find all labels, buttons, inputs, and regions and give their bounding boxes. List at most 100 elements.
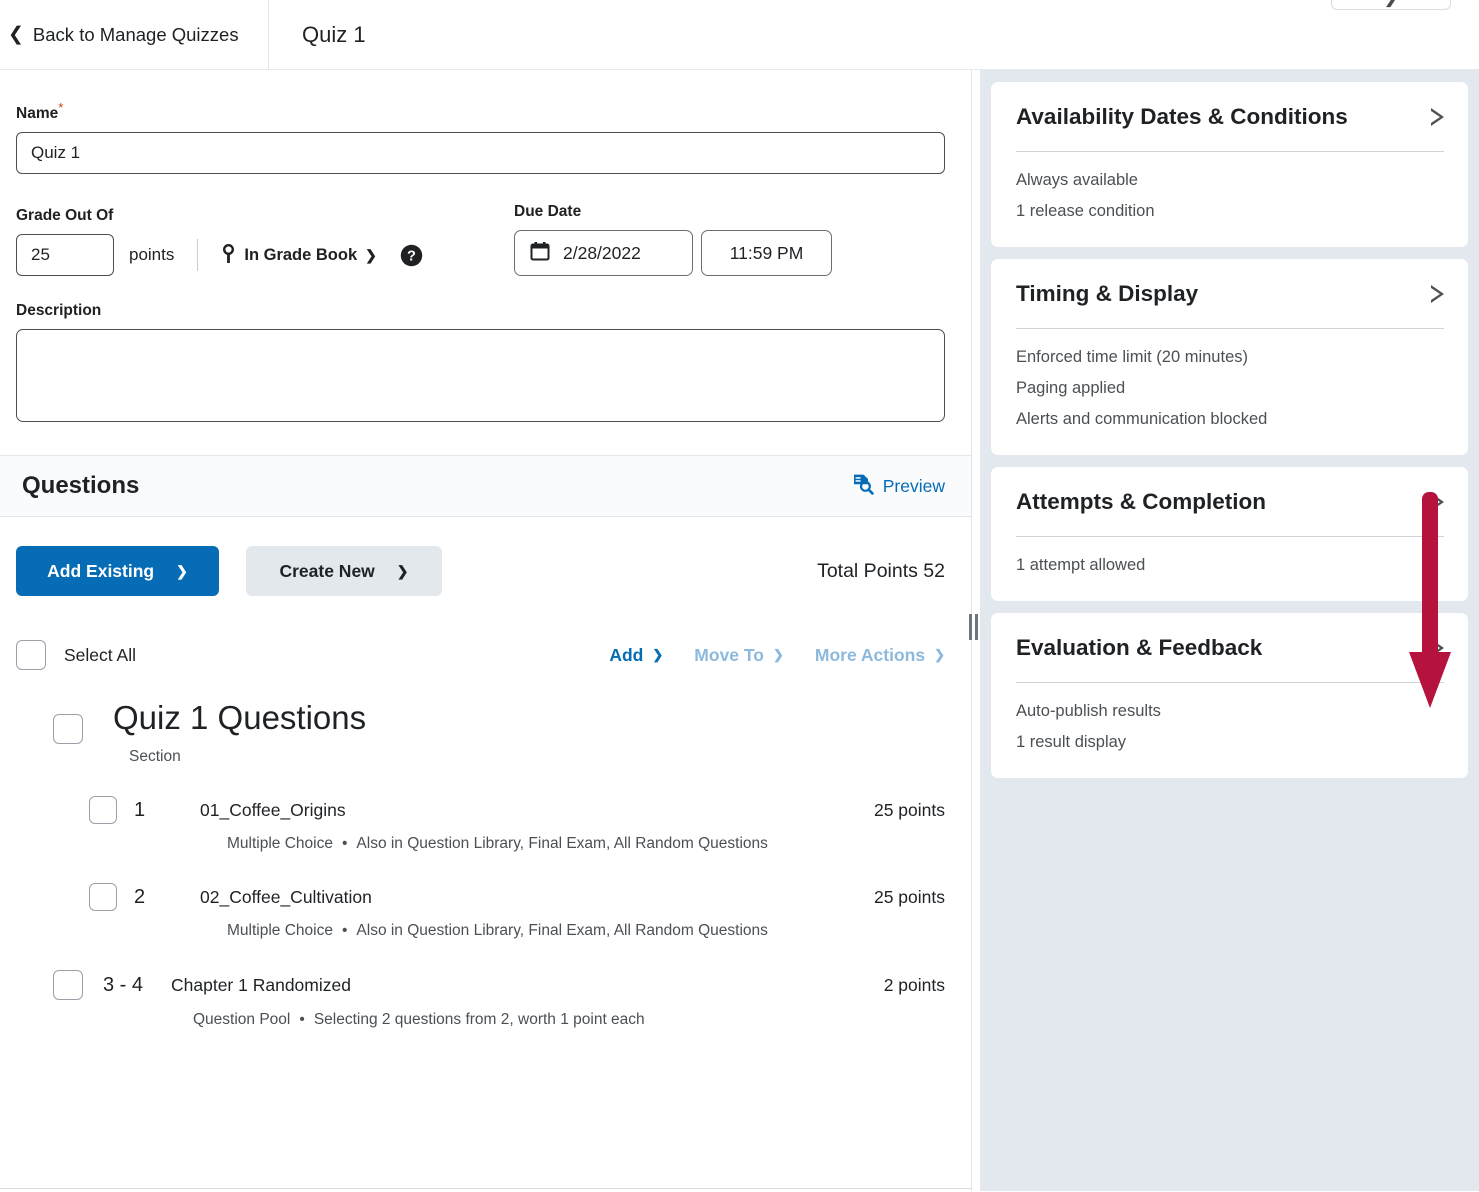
name-label-text: Name xyxy=(16,105,59,123)
question-points: 25 points xyxy=(873,886,945,907)
add-existing-label: Add Existing xyxy=(47,560,155,581)
grade-and-due-row: Grade Out Of points In xyxy=(16,203,955,277)
question-row[interactable]: 2 02_Coffee_Cultivation 25 points Multip… xyxy=(16,883,945,940)
question-number: 3 - 4 xyxy=(103,973,144,996)
preview-button[interactable]: Preview xyxy=(852,473,945,500)
chevron-down-icon: ❯ xyxy=(396,562,409,579)
question-detail: Also in Question Library, Final Exam, Al… xyxy=(356,922,768,940)
settings-panel: Availability Dates & Conditions Always a… xyxy=(980,70,1479,1191)
due-time-picker[interactable]: 11:59 PM xyxy=(701,230,832,277)
name-field-label: Name* xyxy=(16,100,955,123)
due-date-group: Due Date 2/28/2022 11:59 PM xyxy=(514,203,832,277)
question-checkbox[interactable] xyxy=(89,883,117,912)
question-number: 2 xyxy=(134,885,146,908)
section-subtitle: Section xyxy=(129,748,181,766)
description-input[interactable] xyxy=(16,329,945,423)
points-unit-label: points xyxy=(129,245,175,265)
evaluation-feedback-card[interactable]: Evaluation & Feedback Auto-publish resul… xyxy=(991,613,1468,778)
bullet-separator: • xyxy=(341,835,348,853)
card-summary-line: 1 attempt allowed xyxy=(1016,556,1146,574)
chevron-down-icon: ❯ xyxy=(652,647,664,663)
due-time-value: 11:59 PM xyxy=(729,242,804,263)
add-existing-button[interactable]: Add Existing ❯ xyxy=(16,546,219,597)
card-title: Evaluation & Feedback xyxy=(1016,635,1263,660)
card-title: Availability Dates & Conditions xyxy=(1016,104,1348,129)
card-summary-line: 1 result display xyxy=(1016,733,1127,751)
triangle-right-icon[interactable] xyxy=(1431,285,1444,303)
questions-toolbar: Add Existing ❯ Create New ❯ Total Points… xyxy=(0,517,971,597)
quiz-name-input[interactable] xyxy=(16,132,945,175)
bullet-separator: • xyxy=(341,922,348,940)
question-type: Multiple Choice xyxy=(227,835,333,853)
card-divider xyxy=(1016,536,1444,537)
attempts-completion-card[interactable]: Attempts & Completion 1 attempt allowed xyxy=(991,467,1468,601)
grade-out-of-label: Grade Out Of xyxy=(16,207,114,225)
document-search-icon xyxy=(852,473,874,500)
question-checkbox[interactable] xyxy=(53,970,83,1001)
chevron-down-icon: ❯ xyxy=(772,647,784,663)
chevron-down-icon: ❯ xyxy=(1384,0,1397,7)
quiz-properties-form: Name* Grade Out Of points xyxy=(0,70,971,427)
chevron-left-icon: ❮ xyxy=(8,23,24,45)
select-all-checkbox[interactable] xyxy=(16,640,46,671)
calendar-icon xyxy=(530,241,550,266)
card-summary-line: 1 release condition xyxy=(1016,202,1155,220)
questions-heading: Questions xyxy=(22,472,140,500)
question-pool-row[interactable]: 3 - 4 Chapter 1 Randomized 2 points Ques… xyxy=(16,970,945,1029)
due-date-label: Due Date xyxy=(514,203,582,221)
quiz-editor-main: Name* Grade Out Of points xyxy=(0,70,972,1191)
create-new-button[interactable]: Create New ❯ xyxy=(246,546,442,597)
question-meta: Question Pool • Selecting 2 questions from… xyxy=(193,1011,945,1029)
triangle-right-icon[interactable] xyxy=(1431,108,1444,126)
card-summary-line: Alerts and communication blocked xyxy=(1016,410,1268,428)
triangle-right-icon[interactable] xyxy=(1431,639,1444,657)
in-grade-book-label: In Grade Book xyxy=(244,245,358,264)
list-tools: Add ❯ Move To ❯ More Actions ❯ xyxy=(609,645,945,666)
card-summary-line: Auto-publish results xyxy=(1016,702,1161,720)
more-actions-dropdown[interactable]: More Actions ❯ xyxy=(815,645,945,666)
question-meta: Multiple Choice • Also in Question Library… xyxy=(227,922,945,940)
grade-out-of-input[interactable] xyxy=(16,234,114,277)
select-all-label: Select All xyxy=(64,644,136,665)
grade-out-of-group: Grade Out Of points In xyxy=(16,207,499,277)
description-label: Description xyxy=(16,302,102,320)
top-bar: ❮ Back to Manage Quizzes Quiz 1 ❯ xyxy=(0,0,1479,70)
question-checkbox[interactable] xyxy=(89,796,117,825)
svg-text:?: ? xyxy=(407,248,416,264)
required-marker: * xyxy=(58,100,64,115)
questions-section-header: Questions Preview xyxy=(0,455,971,518)
card-summary-line: Enforced time limit (20 minutes) xyxy=(1016,348,1248,366)
timing-display-card[interactable]: Timing & Display Enforced time limit (20… xyxy=(991,259,1468,455)
availability-dates-conditions-card[interactable]: Availability Dates & Conditions Always a… xyxy=(991,82,1468,247)
question-detail: Also in Question Library, Final Exam, Al… xyxy=(356,835,768,853)
top-right-dropdown-button[interactable]: ❯ xyxy=(1331,0,1451,10)
question-type: Question Pool xyxy=(193,1011,291,1029)
create-new-label: Create New xyxy=(279,560,375,581)
question-name: Chapter 1 Randomized xyxy=(171,974,351,995)
move-to-dropdown[interactable]: Move To ❯ xyxy=(694,645,784,666)
section-checkbox[interactable] xyxy=(53,714,83,745)
card-divider xyxy=(1016,328,1444,329)
chevron-down-icon: ❯ xyxy=(176,562,188,579)
question-type: Multiple Choice xyxy=(227,922,333,940)
in-grade-book-dropdown[interactable]: In Grade Book ❯ xyxy=(221,243,377,267)
due-date-value: 2/28/2022 xyxy=(563,242,641,263)
question-section-header: Quiz 1 Questions xyxy=(16,699,945,745)
card-divider xyxy=(1016,151,1444,152)
total-points-label: Total Points 52 xyxy=(817,559,945,582)
bottom-divider xyxy=(0,1188,972,1189)
due-date-picker[interactable]: 2/28/2022 xyxy=(514,230,693,277)
more-actions-dropdown-label: More Actions xyxy=(814,644,926,665)
description-group: Description xyxy=(16,302,955,427)
question-row[interactable]: 1 01_Coffee_Origins 25 points Multiple C… xyxy=(16,796,945,853)
question-name: 01_Coffee_Origins xyxy=(200,799,346,820)
panel-resize-handle[interactable] xyxy=(966,612,980,642)
back-to-manage-quizzes-link[interactable]: ❮ Back to Manage Quizzes xyxy=(0,0,269,70)
add-dropdown[interactable]: Add ❯ xyxy=(609,645,663,666)
question-list: Quiz 1 Questions Section 1 01_Coffee_Ori… xyxy=(0,670,971,1029)
card-divider xyxy=(1016,682,1444,683)
page-title: Quiz 1 xyxy=(302,22,366,47)
key-icon xyxy=(221,243,236,267)
triangle-right-icon[interactable] xyxy=(1431,493,1444,511)
help-icon[interactable]: ? xyxy=(399,243,424,268)
